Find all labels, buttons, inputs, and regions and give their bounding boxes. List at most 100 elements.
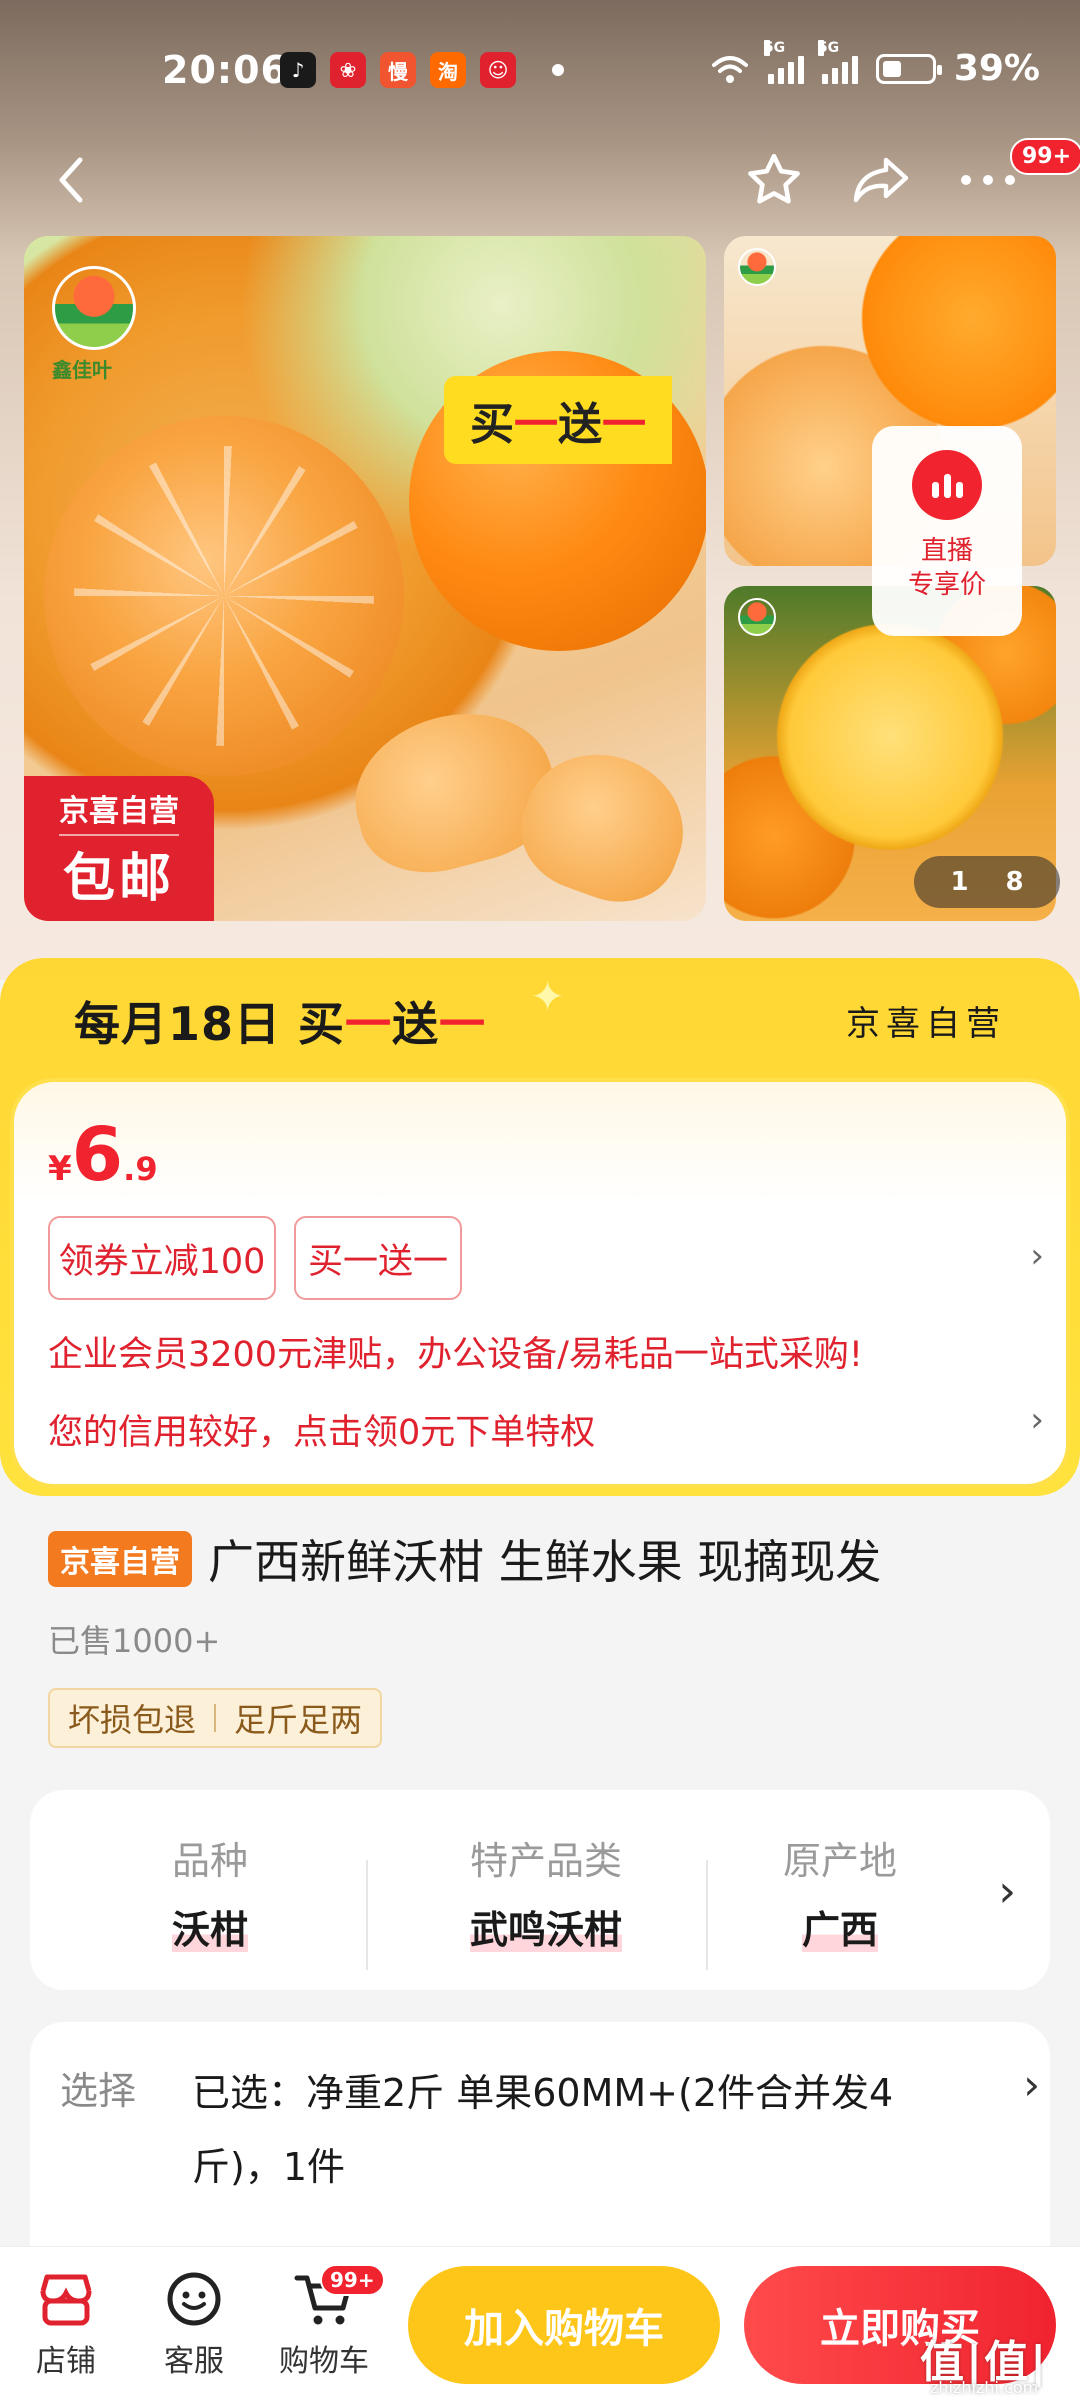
guarantee-tag: 足斤足两 xyxy=(234,1701,363,1739)
pager-total: 8 xyxy=(1005,867,1024,897)
brand-logo xyxy=(738,598,776,636)
status-indicators: 5G 5G 39% xyxy=(710,39,1040,89)
customer-service-button[interactable]: 客服 xyxy=(134,2268,254,2380)
live-label-line: 直播 xyxy=(920,536,973,566)
more-dots-icon xyxy=(961,175,1015,185)
promo-title-text: 一 xyxy=(439,997,487,1051)
message-badge: 99+ xyxy=(1010,138,1080,175)
attributes-card[interactable]: 品种 沃柑 特产品类 武鸣沃柑 原产地 广西 › xyxy=(30,1790,1050,1990)
store-icon xyxy=(31,2268,101,2330)
guarantee-tag: 坏损包退 xyxy=(68,1701,197,1739)
attribute-key: 特产品类 xyxy=(469,1839,622,1883)
divider xyxy=(366,1860,368,1970)
taobao-app-icon: 淘 xyxy=(430,52,466,88)
attribute-value-text: 广西 xyxy=(801,1908,878,1952)
live-label-line: 专享价 xyxy=(907,570,986,600)
attribute-item: 原产地 广西 xyxy=(730,1830,950,1954)
chevron-right-icon[interactable]: › xyxy=(1030,1400,1044,1440)
jd-app-icon: ☺ xyxy=(480,52,516,88)
service-label: 客服 xyxy=(164,2344,224,2379)
add-to-cart-button[interactable]: 加入购物车 xyxy=(408,2266,720,2384)
attribute-value: 广西 xyxy=(730,1899,950,1954)
product-title: 广西新鲜沃柑 生鲜水果 现摘现发 xyxy=(208,1535,882,1589)
gift-app-icon: ❀ xyxy=(330,52,366,88)
battery-icon xyxy=(875,53,942,84)
store-tag: 京喜自营 xyxy=(48,1531,192,1587)
attribute-item: 特产品类 武鸣沃柑 xyxy=(396,1830,696,1954)
product-title-row: 京喜自营 广西新鲜沃柑 生鲜水果 现摘现发 xyxy=(48,1526,881,1592)
attribute-value-text: 武鸣沃柑 xyxy=(469,1908,622,1952)
buy-one-get-one-banner: 买一送一 xyxy=(444,376,672,464)
attribute-key: 原产地 xyxy=(782,1839,897,1883)
brand-logo-text: 鑫佳叶 xyxy=(52,358,112,382)
promo-text: 买 xyxy=(470,399,514,450)
live-label: 直播 专享价 xyxy=(908,534,986,602)
store-button[interactable]: 店铺 xyxy=(6,2268,126,2380)
attribute-item: 品种 沃柑 xyxy=(60,1830,360,1954)
seal-store-text: 京喜自营 xyxy=(59,786,179,836)
chevron-right-icon[interactable]: › xyxy=(1030,1236,1044,1276)
watermark-url: zhizhizhi.com xyxy=(930,2378,1039,2397)
price-integer: 6 xyxy=(71,1112,124,1198)
promo-title-text: 每月18日 买 xyxy=(74,997,346,1051)
selection-value[interactable]: 已选：净重2斤 单果60MM+(2件合并发4斤)，1件 xyxy=(192,2056,972,2204)
live-icon xyxy=(912,450,982,520)
chevron-right-icon[interactable]: › xyxy=(1023,2060,1040,2109)
douyin-app-icon: ♪ xyxy=(280,52,316,88)
credit-promo-link[interactable]: 您的信用较好，点击领0元下单特权 xyxy=(48,1404,595,1455)
cart-badge: 99+ xyxy=(320,2264,385,2296)
brand-logo xyxy=(52,266,136,350)
status-app-icons: ♪ ❀ 慢 淘 ☺ xyxy=(280,52,516,88)
free-shipping-seal: 京喜自营 包邮 xyxy=(24,776,214,921)
live-stream-button[interactable]: 直播 专享价 xyxy=(872,426,1022,636)
brand-logo xyxy=(738,248,776,286)
notification-dot xyxy=(552,64,564,76)
battery-level: 39% xyxy=(953,48,1040,89)
product-gallery[interactable]: 鑫佳叶 买一送一 京喜自营 包邮 直播 专享价 1 8 xyxy=(24,236,1060,921)
attribute-key: 品种 xyxy=(171,1839,248,1883)
enterprise-promo-link[interactable]: 企业会员3200元津贴，办公设备/易耗品一站式采购! xyxy=(48,1326,863,1377)
divider xyxy=(214,1704,217,1732)
seal-free-shipping-text: 包邮 xyxy=(62,849,175,909)
guarantee-tags[interactable]: 坏损包退 足斤足两 xyxy=(48,1688,383,1748)
share-button[interactable] xyxy=(840,140,920,220)
promo-title: 每月18日 买一送一 xyxy=(74,988,486,1054)
main-product-image[interactable]: 鑫佳叶 买一送一 京喜自营 包邮 xyxy=(24,236,706,921)
cart-label: 购物车 xyxy=(279,2344,369,2379)
status-bar: 20:06 ♪ ❀ 慢 淘 ☺ 5G 5G 39% xyxy=(0,30,1080,114)
favorite-button[interactable] xyxy=(734,140,814,220)
share-icon xyxy=(853,157,909,203)
cell-signal-icon: 5G xyxy=(817,39,858,84)
chat-face-icon xyxy=(159,2268,229,2330)
price-currency: ¥ xyxy=(48,1149,72,1189)
attribute-value-text: 沃柑 xyxy=(171,1908,248,1952)
bogo-tag[interactable]: 买一送一 xyxy=(294,1216,462,1300)
wifi-icon xyxy=(711,55,748,83)
pager-current: 1 xyxy=(950,867,969,897)
chevron-right-icon[interactable]: › xyxy=(998,1866,1016,1917)
man-app-icon: 慢 xyxy=(380,52,416,88)
store-label: 店铺 xyxy=(36,2344,96,2379)
sparkle-icon: ✦ xyxy=(530,972,566,1021)
status-time: 20:06 xyxy=(162,48,288,92)
back-button[interactable] xyxy=(32,140,112,220)
peeled-orange-image xyxy=(44,416,404,776)
image-pager: 1 8 xyxy=(914,856,1060,908)
selection-label: 选择 xyxy=(60,2069,137,2113)
promo-text: 一 xyxy=(602,399,646,450)
promo-title-text: 一 xyxy=(345,997,393,1051)
promo-text: 一 xyxy=(514,399,558,450)
price: ¥6.9 xyxy=(48,1112,158,1198)
star-icon xyxy=(748,153,800,204)
promo-title-text: 送 xyxy=(392,997,440,1051)
chevron-left-icon xyxy=(59,157,83,203)
promo-store-label: 京喜自营 xyxy=(846,1004,1006,1044)
top-nav xyxy=(0,140,1080,230)
attribute-value: 沃柑 xyxy=(60,1899,360,1954)
divider xyxy=(706,1860,708,1970)
attribute-value: 武鸣沃柑 xyxy=(396,1899,696,1954)
sold-count: 已售1000+ xyxy=(48,1622,221,1660)
cell-signal-icon: 5G xyxy=(763,39,804,84)
coupon-tag[interactable]: 领券立减100 xyxy=(48,1216,276,1300)
price-decimal: .9 xyxy=(123,1150,158,1188)
